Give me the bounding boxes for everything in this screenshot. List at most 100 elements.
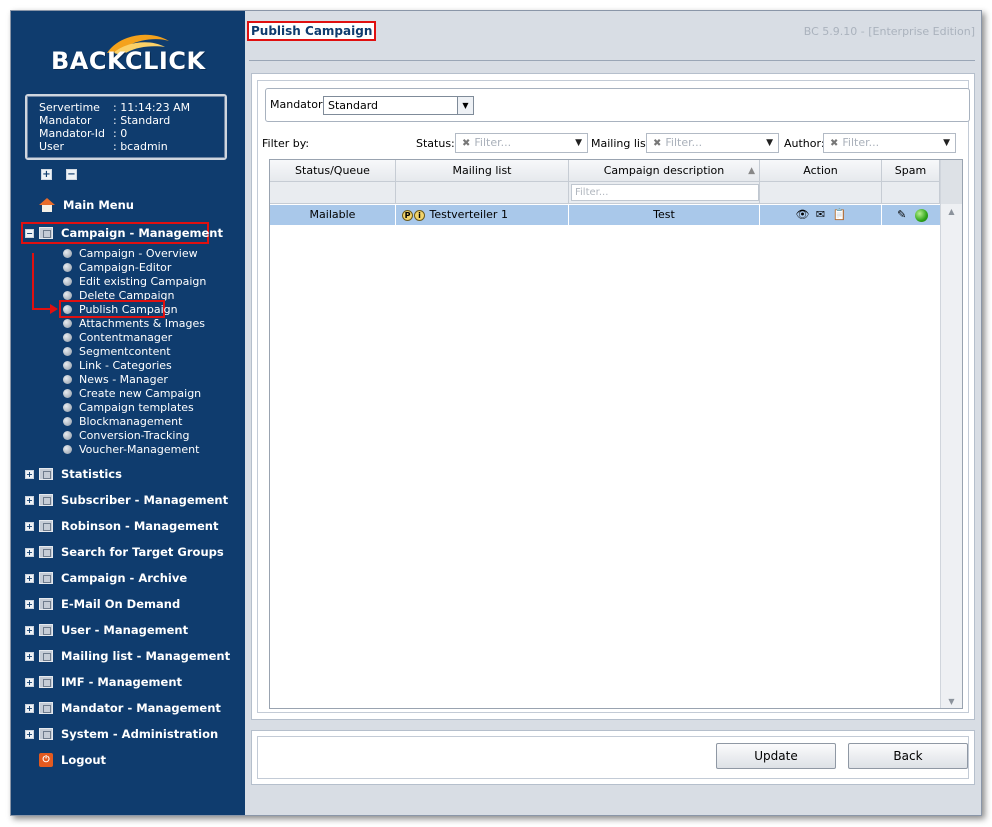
column-header-mailing-list[interactable]: Mailing list bbox=[396, 160, 569, 182]
spam-check-icon[interactable]: ✎ bbox=[895, 209, 908, 221]
logout-icon: ⏻ bbox=[39, 753, 53, 767]
expand-icon[interactable]: + bbox=[25, 625, 34, 635]
nav-imf-management[interactable]: + IMF - Management bbox=[25, 673, 182, 691]
expand-icon[interactable]: + bbox=[25, 573, 34, 583]
nav-user-management[interactable]: + User - Management bbox=[25, 621, 188, 639]
chevron-down-icon[interactable]: ▼ bbox=[457, 97, 473, 114]
nav-voucher-management[interactable]: Voucher-Management bbox=[63, 442, 199, 456]
filter-cell bbox=[882, 182, 940, 204]
scroll-up-icon[interactable]: ▲ bbox=[941, 207, 962, 216]
grid-filter-row: Filter... bbox=[270, 182, 940, 204]
nav-campaign-overview[interactable]: Campaign - Overview bbox=[63, 246, 198, 260]
filter-cell bbox=[396, 182, 569, 204]
nav-link-categories[interactable]: Link - Categories bbox=[63, 358, 172, 372]
bullet-icon bbox=[63, 318, 72, 328]
cell-description: Test bbox=[569, 205, 760, 225]
expand-icon[interactable]: + bbox=[25, 495, 34, 505]
clear-icon[interactable]: ✖ bbox=[462, 138, 470, 149]
column-header-action[interactable]: Action bbox=[760, 160, 882, 182]
table-row[interactable]: Mailable Pi Testverteiler 1 Test 👁 ✉ 📋 ✎ bbox=[270, 205, 940, 225]
session-info-box: Servertime: 11:14:23 AM Mandator: Standa… bbox=[25, 94, 227, 160]
nav-conversion-tracking[interactable]: Conversion-Tracking bbox=[63, 428, 189, 442]
bullet-icon bbox=[63, 430, 72, 440]
expand-icon[interactable]: + bbox=[25, 677, 34, 687]
back-button[interactable]: Back bbox=[848, 743, 968, 769]
page-title: Publish Campaign bbox=[247, 21, 377, 41]
nav-campaign-editor[interactable]: Campaign-Editor bbox=[63, 260, 171, 274]
nav-main-menu[interactable]: Main Menu bbox=[25, 196, 134, 214]
nav-attachments-images[interactable]: Attachments & Images bbox=[63, 316, 205, 330]
nav-mandator-management[interactable]: + Mandator - Management bbox=[25, 699, 221, 717]
nav-mailing-list-management[interactable]: + Mailing list - Management bbox=[25, 647, 230, 665]
priority-icon[interactable]: P bbox=[402, 209, 413, 221]
author-filter-select[interactable]: ✖ Filter... ▼ bbox=[823, 133, 956, 153]
nav-create-new-campaign[interactable]: Create new Campaign bbox=[63, 386, 201, 400]
expand-icon[interactable]: + bbox=[25, 651, 34, 661]
column-header-description[interactable]: Campaign description ▲ bbox=[569, 160, 760, 182]
nav-campaign-management[interactable]: − Campaign - Management bbox=[25, 224, 223, 242]
author-filter-label: Author: bbox=[784, 137, 825, 150]
folder-icon bbox=[39, 546, 53, 558]
chevron-down-icon[interactable]: ▼ bbox=[575, 134, 582, 152]
nav-email-on-demand[interactable]: + E-Mail On Demand bbox=[25, 595, 180, 613]
description-filter-input[interactable]: Filter... bbox=[571, 184, 759, 201]
nav-blockmanagement[interactable]: Blockmanagement bbox=[63, 414, 182, 428]
logo-text: BACKCLICK bbox=[51, 47, 206, 75]
send-mail-icon[interactable]: ✉ bbox=[814, 209, 827, 221]
expand-icon[interactable]: + bbox=[25, 547, 34, 557]
collapse-icon[interactable]: − bbox=[25, 228, 34, 238]
chevron-down-icon[interactable]: ▼ bbox=[766, 134, 773, 152]
info-mandator-id: Mandator-Id: 0 bbox=[39, 127, 128, 140]
nav-statistics[interactable]: + Statistics bbox=[25, 465, 122, 483]
expand-icon[interactable]: + bbox=[25, 469, 34, 479]
mailing-list-filter-select[interactable]: ✖ Filter... ▼ bbox=[646, 133, 779, 153]
expand-icon[interactable]: + bbox=[25, 729, 34, 739]
column-header-spam[interactable]: Spam bbox=[882, 160, 940, 182]
folder-icon bbox=[39, 598, 53, 610]
bullet-icon bbox=[63, 402, 72, 412]
folder-icon bbox=[39, 624, 53, 636]
nav-robinson-management[interactable]: + Robinson - Management bbox=[25, 517, 218, 535]
nav-search-target-groups[interactable]: + Search for Target Groups bbox=[25, 543, 224, 561]
preview-eye-icon[interactable]: 👁 bbox=[796, 209, 810, 221]
sidebar: BACKCLICK Servertime: 11:14:23 AM Mandat… bbox=[11, 11, 245, 815]
nav-news-manager[interactable]: News - Manager bbox=[63, 372, 168, 386]
nav-contentmanager[interactable]: Contentmanager bbox=[63, 330, 172, 344]
nav-subscriber-management[interactable]: + Subscriber - Management bbox=[25, 491, 228, 509]
expand-all-icon[interactable]: + bbox=[41, 169, 52, 180]
nav-campaign-archive[interactable]: + Campaign - Archive bbox=[25, 569, 187, 587]
test-send-icon[interactable]: 📋 bbox=[833, 209, 847, 221]
nav-system-administration[interactable]: + System - Administration bbox=[25, 725, 218, 743]
scroll-down-icon[interactable]: ▼ bbox=[941, 697, 962, 706]
folder-icon bbox=[39, 494, 53, 506]
expand-icon[interactable]: + bbox=[25, 703, 34, 713]
annotation-line bbox=[32, 253, 34, 310]
status-filter-select[interactable]: ✖ Filter... ▼ bbox=[455, 133, 588, 153]
nav-segmentcontent[interactable]: Segmentcontent bbox=[63, 344, 171, 358]
update-button[interactable]: Update bbox=[716, 743, 836, 769]
clear-icon[interactable]: ✖ bbox=[830, 138, 838, 149]
mandator-select[interactable]: Standard ▼ bbox=[323, 96, 474, 115]
annotation-line bbox=[32, 308, 52, 310]
filter-cell: Filter... bbox=[569, 182, 760, 204]
status-filter-label: Status: bbox=[416, 137, 455, 150]
column-header-status[interactable]: Status/Queue bbox=[270, 160, 396, 182]
folder-icon bbox=[39, 650, 53, 662]
expand-icon[interactable]: + bbox=[25, 521, 34, 531]
collapse-all-icon[interactable]: − bbox=[66, 169, 77, 180]
cell-action: 👁 ✉ 📋 bbox=[760, 205, 882, 225]
nav-logout[interactable]: ⏻ Logout bbox=[25, 751, 106, 769]
grid-scrollbar[interactable]: ▲ ▼ bbox=[940, 160, 962, 708]
bullet-icon bbox=[63, 262, 72, 272]
nav-edit-existing-campaign[interactable]: Edit existing Campaign bbox=[63, 274, 206, 288]
publish-panel: Mandator: Standard ▼ Filter by: Status: … bbox=[251, 73, 975, 720]
info-servertime: Servertime: 11:14:23 AM bbox=[39, 101, 191, 114]
info-icon[interactable]: i bbox=[414, 209, 425, 221]
clear-icon[interactable]: ✖ bbox=[653, 138, 661, 149]
expand-icon[interactable]: + bbox=[25, 599, 34, 609]
chevron-down-icon[interactable]: ▼ bbox=[943, 134, 950, 152]
info-user: User: bcadmin bbox=[39, 140, 168, 153]
nav-campaign-templates[interactable]: Campaign templates bbox=[63, 400, 194, 414]
filter-by-label: Filter by: bbox=[262, 137, 310, 150]
nav-publish-campaign[interactable]: Publish Campaign bbox=[63, 302, 178, 316]
